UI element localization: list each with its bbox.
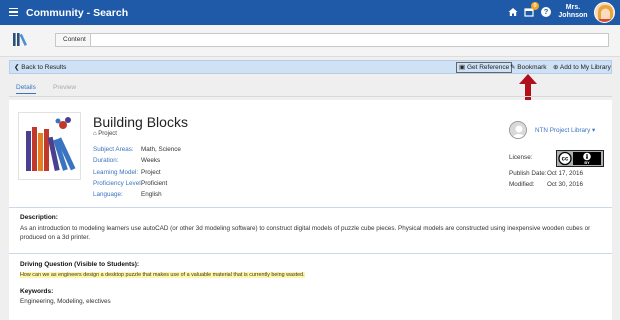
license-label: License: bbox=[509, 154, 533, 161]
modified-value: Oct 30, 2016 bbox=[547, 181, 584, 188]
driving-question-text: How can we as engineers design a desktop… bbox=[20, 271, 605, 280]
creative-commons-license-icon[interactable]: cc BY bbox=[556, 150, 604, 167]
search-row: Content bbox=[0, 25, 620, 57]
user-name-line2: Johnson bbox=[558, 12, 588, 19]
meta-value: Project bbox=[141, 168, 161, 176]
get-reference-button[interactable]: ▣ Get Reference bbox=[456, 62, 513, 73]
chevron-down-icon: ▾ bbox=[590, 127, 596, 134]
publish-label: Publish Date: bbox=[509, 170, 547, 177]
meta-key: Proficiency Level: bbox=[93, 179, 143, 187]
user-name[interactable]: Mrs. Johnson bbox=[556, 4, 590, 20]
section-divider bbox=[9, 207, 612, 208]
resource-thumbnail bbox=[18, 112, 81, 180]
app-logo-icon[interactable] bbox=[13, 33, 29, 46]
meta-key: Subject Areas: bbox=[93, 146, 134, 153]
annotation-arrow-icon bbox=[519, 74, 537, 102]
user-avatar[interactable] bbox=[594, 2, 615, 23]
section-divider bbox=[9, 253, 612, 254]
search-input[interactable] bbox=[90, 33, 609, 47]
get-reference-label: Get Reference bbox=[466, 64, 510, 71]
meta-value: Proficient bbox=[141, 179, 168, 187]
tab-details[interactable]: Details bbox=[16, 84, 36, 94]
tab-divider bbox=[9, 96, 612, 97]
modified-label: Modified: bbox=[509, 181, 535, 188]
description-text: As an introduction to modeling learners … bbox=[20, 225, 591, 241]
cc-by-label: BY bbox=[584, 161, 590, 165]
meta-key: Learning Model: bbox=[93, 168, 139, 176]
driving-question-heading: Driving Question (Visible to Students): bbox=[20, 261, 140, 268]
home-icon[interactable] bbox=[508, 7, 518, 17]
page-title: Community - Search bbox=[26, 7, 129, 19]
search-field-label: Content bbox=[55, 33, 90, 47]
back-to-results-link[interactable]: ❮ Back to Results bbox=[14, 63, 66, 71]
meta-value: Math, Science bbox=[141, 146, 181, 153]
resource-type: ⌂ Project bbox=[93, 131, 117, 137]
resource-title: Building Blocks bbox=[93, 114, 188, 130]
help-icon[interactable]: ? bbox=[541, 7, 551, 17]
description-heading: Description: bbox=[20, 214, 58, 221]
meta-value: Weeks bbox=[141, 157, 161, 165]
user-name-line1: Mrs. bbox=[565, 4, 581, 11]
library-link[interactable]: NTN Project Library ▾ bbox=[535, 127, 595, 134]
driving-question-highlight: How can we as engineers design a desktop… bbox=[20, 272, 305, 278]
hamburger-menu-icon[interactable] bbox=[9, 8, 18, 16]
svg-text:cc: cc bbox=[562, 157, 569, 163]
bookmark-button[interactable]: ✎ Bookmark bbox=[510, 63, 547, 71]
library-name: NTN Project Library bbox=[535, 127, 591, 134]
reference-icon: ▣ bbox=[459, 64, 467, 71]
bookmark-label: Bookmark bbox=[517, 64, 547, 71]
top-navigation-bar: Community - Search 0 ? Mrs. Johnson bbox=[0, 0, 620, 25]
publish-value: Oct 17, 2016 bbox=[547, 170, 584, 177]
notification-badge: 0 bbox=[531, 2, 539, 10]
plus-circle-icon: ⊕ bbox=[553, 64, 560, 71]
meta-key: Duration: bbox=[93, 157, 119, 165]
resource-detail-panel: Building Blocks ⌂ Project Subject Areas:… bbox=[9, 100, 612, 320]
action-bar: ❮ Back to Results ▣ Get Reference ✎ Book… bbox=[9, 60, 612, 74]
resource-type-label: Project bbox=[98, 131, 117, 137]
meta-key: Language: bbox=[93, 191, 123, 199]
add-to-library-label: Add to My Library bbox=[559, 64, 611, 71]
library-avatar-icon bbox=[509, 121, 527, 139]
meta-value: English bbox=[141, 191, 162, 199]
keywords-heading: Keywords: bbox=[20, 288, 54, 295]
keywords-text: Engineering, Modeling, electives bbox=[20, 298, 111, 305]
back-label: Back to Results bbox=[21, 64, 67, 71]
tab-preview[interactable]: Preview bbox=[53, 84, 76, 91]
add-to-library-button[interactable]: ⊕ Add to My Library bbox=[553, 63, 611, 71]
